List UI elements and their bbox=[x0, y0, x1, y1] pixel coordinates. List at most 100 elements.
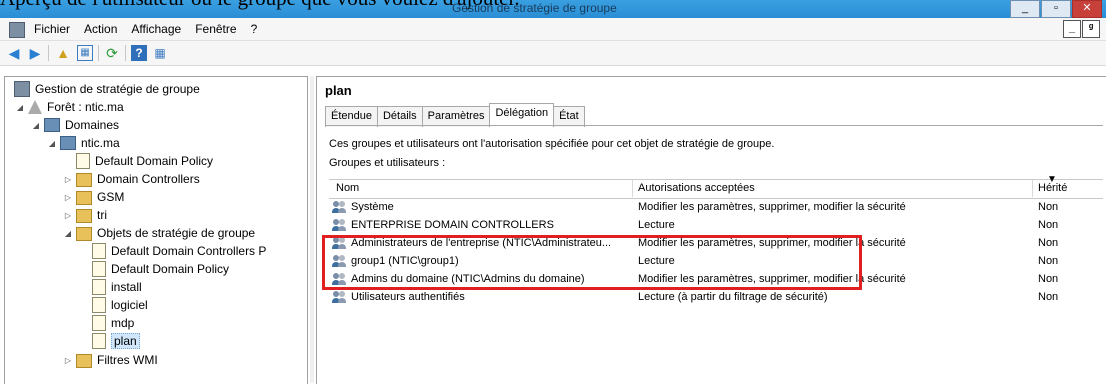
console-icon bbox=[14, 81, 30, 97]
window-title: Gestion de stratégie de groupe bbox=[452, 1, 617, 15]
tree-label: mdp bbox=[111, 316, 135, 330]
column-separator[interactable] bbox=[632, 180, 633, 197]
gpo-icon bbox=[92, 297, 106, 313]
tab-etendue[interactable]: Étendue bbox=[325, 106, 378, 127]
user-group-icon bbox=[332, 201, 347, 213]
refresh-icon[interactable]: ⟳ bbox=[104, 45, 120, 61]
table-row[interactable]: Système Modifier les paramètres, supprime… bbox=[329, 199, 1103, 217]
tree-gpo[interactable]: Default Domain Policy bbox=[89, 260, 229, 278]
tree-label: GSM bbox=[97, 190, 125, 204]
close-button[interactable]: ✕ bbox=[1072, 0, 1102, 18]
gpo-icon bbox=[92, 333, 106, 349]
tree-gpo-link[interactable]: Default Domain Policy bbox=[73, 152, 213, 170]
tab-strip: Étendue Détails Paramètres Délégation Ét… bbox=[325, 103, 585, 127]
forward-arrow-icon[interactable]: ▶ bbox=[27, 45, 43, 61]
tree-label: ntic.ma bbox=[81, 136, 120, 150]
tree-forest[interactable]: ◢ Forêt : ntic.ma bbox=[15, 98, 124, 116]
tree-gpo[interactable]: install bbox=[89, 278, 142, 296]
wmi-folder-icon bbox=[76, 354, 92, 368]
menu-action[interactable]: Action bbox=[84, 22, 117, 36]
collapsed-arrow-icon[interactable]: ▷ bbox=[63, 356, 73, 365]
menu-fenetre[interactable]: Fenêtre bbox=[195, 22, 236, 36]
help-icon[interactable]: ? bbox=[131, 45, 147, 61]
cell-permissions: Lecture (à partir du filtrage de sécurit… bbox=[638, 291, 828, 303]
table-row[interactable]: ENTERPRISE DOMAIN CONTROLLERS Lecture Non bbox=[329, 217, 1103, 235]
tree-label: Domaines bbox=[65, 118, 120, 132]
detail-pane: plan Étendue Détails Paramètres Délégati… bbox=[316, 76, 1106, 384]
ou-folder-icon bbox=[76, 173, 92, 187]
collapsed-arrow-icon[interactable]: ▷ bbox=[63, 175, 73, 184]
mdi-minimize-button[interactable]: _ bbox=[1063, 20, 1081, 38]
toolbar-separator bbox=[48, 45, 49, 61]
tree-domains[interactable]: ◢ Domaines bbox=[31, 116, 119, 134]
table-row[interactable]: Utilisateurs authentifiés Lecture (à part… bbox=[329, 289, 1103, 307]
table-header: Nom Autorisations acceptées Hérité bbox=[329, 179, 1103, 199]
tree-gpo[interactable]: mdp bbox=[89, 314, 134, 332]
show-tree-icon[interactable]: ▦ bbox=[77, 45, 93, 61]
tree-gpo[interactable]: logiciel bbox=[89, 296, 148, 314]
gpo-icon bbox=[92, 243, 106, 259]
tab-delegation[interactable]: Délégation bbox=[489, 103, 555, 124]
collapsed-arrow-icon[interactable]: ▷ bbox=[63, 193, 73, 202]
tree-gpo[interactable]: Default Domain Controllers P bbox=[89, 242, 266, 260]
tree-label: logiciel bbox=[111, 298, 148, 312]
cell-name: ENTERPRISE DOMAIN CONTROLLERS bbox=[351, 219, 554, 231]
tab-details[interactable]: Détails bbox=[376, 106, 423, 127]
ou-folder-icon bbox=[76, 209, 92, 223]
column-header-nom[interactable]: Nom bbox=[336, 182, 359, 194]
cell-inherited: Non bbox=[1038, 273, 1059, 285]
maximize-button[interactable]: ▫ bbox=[1041, 0, 1071, 18]
tree-gpo-selected[interactable]: plan bbox=[89, 332, 140, 350]
tree-domain[interactable]: ◢ ntic.ma bbox=[47, 134, 120, 152]
back-arrow-icon[interactable]: ◀ bbox=[6, 45, 22, 61]
cell-inherited: Non bbox=[1038, 291, 1059, 303]
tree-gpo-container[interactable]: ◢ Objets de stratégie de groupe bbox=[63, 224, 255, 242]
red-highlight-box bbox=[322, 235, 862, 290]
expanded-arrow-icon[interactable]: ◢ bbox=[47, 139, 57, 148]
cell-permissions: Modifier les paramètres, supprimer, modi… bbox=[638, 201, 906, 213]
column-header-autorisations[interactable]: Autorisations acceptées bbox=[638, 182, 755, 194]
tree-label: tri bbox=[97, 208, 107, 222]
minimize-button[interactable]: _ bbox=[1010, 0, 1040, 18]
page-title: plan bbox=[325, 83, 352, 98]
toolbar-separator bbox=[125, 45, 126, 61]
tree-label: Default Domain Controllers P bbox=[111, 244, 267, 258]
pane-splitter[interactable] bbox=[310, 76, 314, 383]
menu-bar: Fichier Action Affichage Fenêtre ? _ ᵍ bbox=[0, 18, 1106, 41]
tree-wmi[interactable]: ▷ Filtres WMI bbox=[63, 351, 158, 369]
ou-folder-icon bbox=[76, 191, 92, 205]
tree-ou[interactable]: ▷ Domain Controllers bbox=[63, 170, 200, 188]
menu-affichage[interactable]: Affichage bbox=[131, 22, 181, 36]
expanded-arrow-icon[interactable]: ◢ bbox=[15, 103, 25, 112]
forest-icon bbox=[28, 100, 42, 114]
mdi-restore-button[interactable]: ᵍ bbox=[1082, 20, 1100, 38]
tree-label: plan bbox=[111, 333, 140, 349]
window-controls: _ ▫ ✕ bbox=[1009, 0, 1102, 18]
column-separator[interactable] bbox=[1032, 180, 1033, 197]
up-folder-icon[interactable]: ▲ bbox=[55, 45, 71, 61]
tree-label: Objets de stratégie de groupe bbox=[97, 226, 256, 240]
tree-label: install bbox=[111, 280, 142, 294]
collapsed-arrow-icon[interactable]: ▷ bbox=[63, 211, 73, 220]
mouse-cursor-icon: ▼ bbox=[1047, 174, 1057, 185]
properties-icon[interactable]: ▦ bbox=[152, 45, 168, 61]
expanded-arrow-icon[interactable]: ◢ bbox=[63, 229, 73, 238]
tree-ou[interactable]: ▷ GSM bbox=[63, 188, 124, 206]
mdi-controls: _ ᵍ bbox=[1062, 20, 1100, 38]
cell-inherited: Non bbox=[1038, 237, 1059, 249]
gpo-container-icon bbox=[76, 227, 92, 241]
tab-etat[interactable]: État bbox=[553, 106, 585, 127]
groups-label: Groupes et utilisateurs : bbox=[329, 157, 446, 169]
tab-parametres[interactable]: Paramètres bbox=[421, 106, 491, 127]
tree-ou[interactable]: ▷ tri bbox=[63, 206, 107, 224]
tab-divider bbox=[325, 125, 1103, 126]
toolbar: ◀ ▶ ▲ ▦ ⟳ ? ▦ bbox=[0, 41, 1106, 66]
menu-help[interactable]: ? bbox=[251, 22, 258, 36]
tree-root[interactable]: Gestion de stratégie de groupe bbox=[11, 80, 200, 98]
cell-inherited: Non bbox=[1038, 219, 1059, 231]
menu-items: Fichier Action Affichage Fenêtre ? bbox=[34, 22, 257, 36]
expanded-arrow-icon[interactable]: ◢ bbox=[31, 121, 41, 130]
menu-fichier[interactable]: Fichier bbox=[34, 22, 70, 36]
app-console-icon[interactable] bbox=[9, 22, 25, 38]
console-tree: Gestion de stratégie de groupe ◢ Forêt :… bbox=[4, 76, 308, 384]
